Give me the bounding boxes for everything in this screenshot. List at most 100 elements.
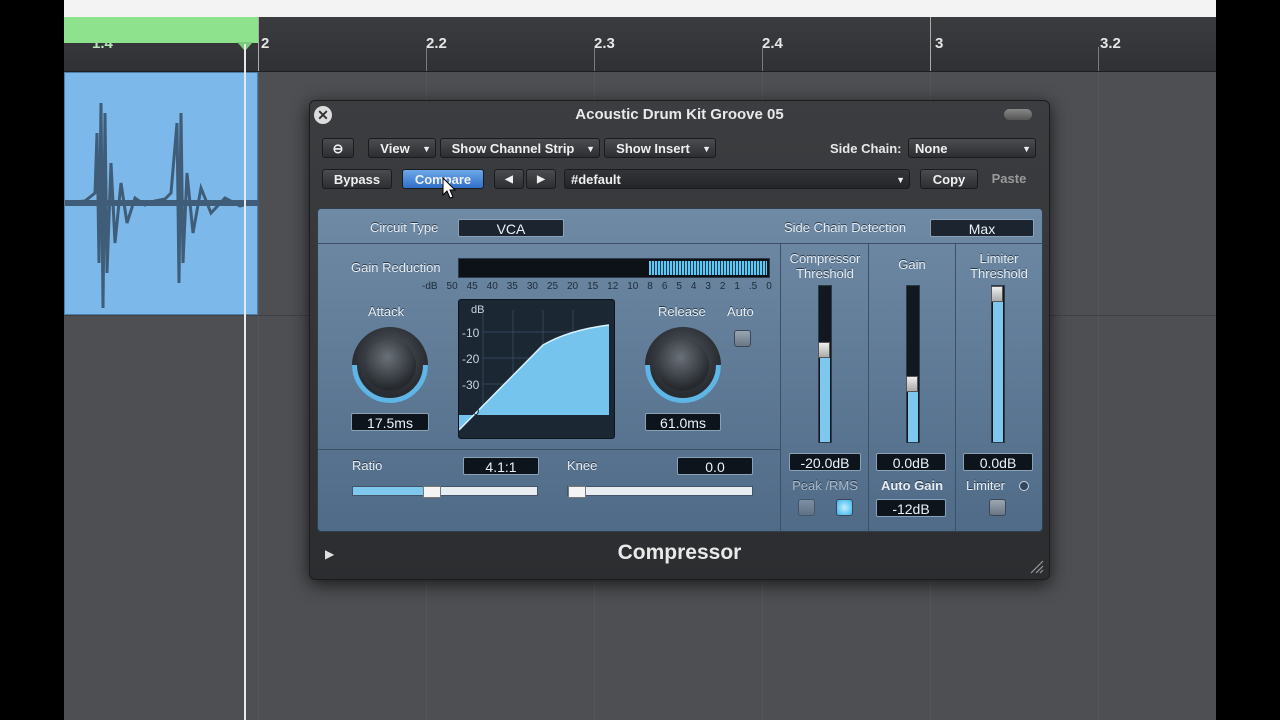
- gain-reduction-meter-fill: [649, 261, 767, 275]
- meter-scale-label: 4: [690, 281, 697, 292]
- side-chain-label: Side Chain:: [830, 141, 902, 156]
- knee-value[interactable]: 0.0: [677, 457, 753, 475]
- ratio-value[interactable]: 4.1:1: [463, 457, 539, 475]
- graph-y-label: -40: [462, 404, 480, 418]
- meter-scale-label: -dB: [422, 281, 438, 292]
- ruler-label: 2.3: [594, 35, 615, 52]
- attack-label: Attack: [368, 304, 405, 319]
- graph-y-label: -30: [462, 378, 480, 392]
- knee-slider[interactable]: [567, 486, 753, 498]
- graph-x-label: -40: [477, 418, 495, 432]
- graph-x-axis: -40 -30 -20 -10 dB: [477, 418, 607, 432]
- compressor-threshold-label: Compressor: [789, 251, 861, 266]
- waveform: [64, 102, 260, 309]
- resize-grip-icon[interactable]: [1028, 558, 1044, 574]
- meter-scale-label: 10: [627, 281, 639, 292]
- mouse-cursor-icon: [442, 177, 457, 199]
- attack-value[interactable]: 17.5ms: [351, 413, 429, 431]
- plugin-name-label: Compressor: [617, 541, 742, 564]
- show-channel-strip-menu[interactable]: Show Channel Strip: [440, 138, 600, 159]
- auto-gain-select[interactable]: -12dB: [876, 499, 946, 517]
- auto-gain-label: Auto Gain: [880, 478, 944, 493]
- meter-scale-label: 25: [546, 281, 559, 292]
- meter-scale-label: 12: [607, 281, 619, 292]
- attack-knob[interactable]: [352, 327, 428, 403]
- auto-release-checkbox[interactable]: [734, 330, 751, 347]
- gain-label: Gain: [898, 257, 926, 272]
- limiter-threshold-label: Limiter: [979, 251, 1019, 266]
- bypass-button[interactable]: Bypass: [322, 169, 392, 189]
- compressor-threshold-value[interactable]: -20.0dB: [789, 453, 861, 471]
- link-button[interactable]: ⊖: [322, 138, 354, 158]
- limiter-indicator: [1019, 481, 1029, 491]
- release-value[interactable]: 61.0ms: [645, 413, 721, 431]
- side-chain-detection-label: Side Chain Detection: [784, 220, 907, 235]
- meter-scale-label: 1: [734, 281, 740, 292]
- show-insert-menu[interactable]: Show Insert: [604, 138, 716, 159]
- meter-scale-label: 3: [705, 281, 711, 292]
- ruler-label: 2.4: [762, 35, 783, 52]
- meter-scale-label: 15: [587, 281, 599, 292]
- side-chain-select[interactable]: None: [908, 138, 1036, 159]
- graph-y-label: -10: [462, 326, 480, 340]
- peak-button[interactable]: [798, 499, 815, 516]
- meter-scale-label: 2: [719, 281, 726, 292]
- side-chain-detection-select[interactable]: Max: [930, 219, 1034, 237]
- ratio-label: Ratio: [352, 458, 383, 473]
- gain-value[interactable]: 0.0dB: [876, 453, 946, 471]
- previous-preset-button[interactable]: ◀: [494, 169, 524, 189]
- transfer-curve-graph: dB -10 -20 -30 -40 -40 -30 -20 -10 dB: [458, 299, 615, 439]
- limiter-threshold-fader[interactable]: [991, 285, 1005, 443]
- peak-rms-label: Peak /RMS: [792, 478, 858, 493]
- playhead[interactable]: [244, 44, 246, 720]
- circuit-type-label: Circuit Type: [370, 220, 439, 235]
- limiter-threshold-label-2: Threshold: [970, 266, 1028, 281]
- ruler-top-strip: [64, 0, 1216, 17]
- graph-x-label: -30: [505, 418, 524, 432]
- cycle-region[interactable]: [64, 17, 258, 43]
- gain-reduction-meter: [458, 258, 770, 278]
- limiter-label: Limiter: [966, 478, 1006, 493]
- meter-scale-label: 6: [661, 281, 668, 292]
- audio-region[interactable]: [64, 72, 260, 315]
- compressor-threshold-fader[interactable]: [818, 285, 832, 443]
- ruler-label: 2: [261, 35, 270, 52]
- meter-scale-label: 0: [766, 281, 772, 292]
- circuit-type-select[interactable]: VCA: [458, 219, 564, 237]
- auto-release-label: Auto: [727, 304, 754, 319]
- ruler-label: 2.2: [426, 35, 447, 52]
- meter-scale-label: 40: [486, 281, 498, 292]
- graph-x-label: -10: [563, 418, 581, 432]
- letterbox-left: [0, 0, 64, 720]
- view-menu[interactable]: View: [368, 138, 436, 159]
- release-label: Release: [658, 304, 706, 319]
- limiter-button[interactable]: [989, 499, 1006, 516]
- limiter-threshold-value[interactable]: 0.0dB: [963, 453, 1033, 471]
- meter-scale-label: .5: [748, 281, 758, 292]
- paste-button[interactable]: Paste: [980, 169, 1038, 189]
- ruler-label: 3.2: [1100, 35, 1121, 52]
- meter-scale-label: 30: [526, 281, 538, 292]
- window-zoom-button[interactable]: [1004, 109, 1032, 120]
- graph-x-label: -20: [534, 418, 552, 432]
- meter-scale: -dB 50 45 40 35 30 25 20 15 12 10 8 6 5 …: [422, 281, 772, 293]
- meter-scale-label: 20: [566, 281, 579, 292]
- compressor-threshold-label-2: Threshold: [796, 266, 854, 281]
- release-knob[interactable]: [645, 327, 721, 403]
- copy-button[interactable]: Copy: [920, 169, 978, 189]
- preset-select[interactable]: #default: [564, 169, 910, 190]
- rms-button[interactable]: [836, 499, 853, 516]
- ratio-slider[interactable]: [352, 486, 538, 498]
- next-preset-button[interactable]: ▶: [526, 169, 556, 189]
- gain-reduction-label: Gain Reduction: [351, 260, 441, 275]
- meter-scale-label: 45: [466, 281, 478, 292]
- compressor-plugin-window: ✕ Acoustic Drum Kit Groove 05 ⊖ View Sho…: [309, 100, 1050, 580]
- meter-scale-label: 35: [506, 281, 518, 292]
- graph-y-label: -20: [462, 352, 480, 366]
- gain-fader[interactable]: [906, 285, 920, 443]
- window-title: Acoustic Drum Kit Groove 05: [575, 106, 784, 123]
- meter-scale-label: 8: [647, 281, 653, 292]
- knee-label: Knee: [567, 458, 598, 473]
- letterbox-right: [1216, 0, 1280, 720]
- meter-scale-label: 5: [676, 281, 682, 292]
